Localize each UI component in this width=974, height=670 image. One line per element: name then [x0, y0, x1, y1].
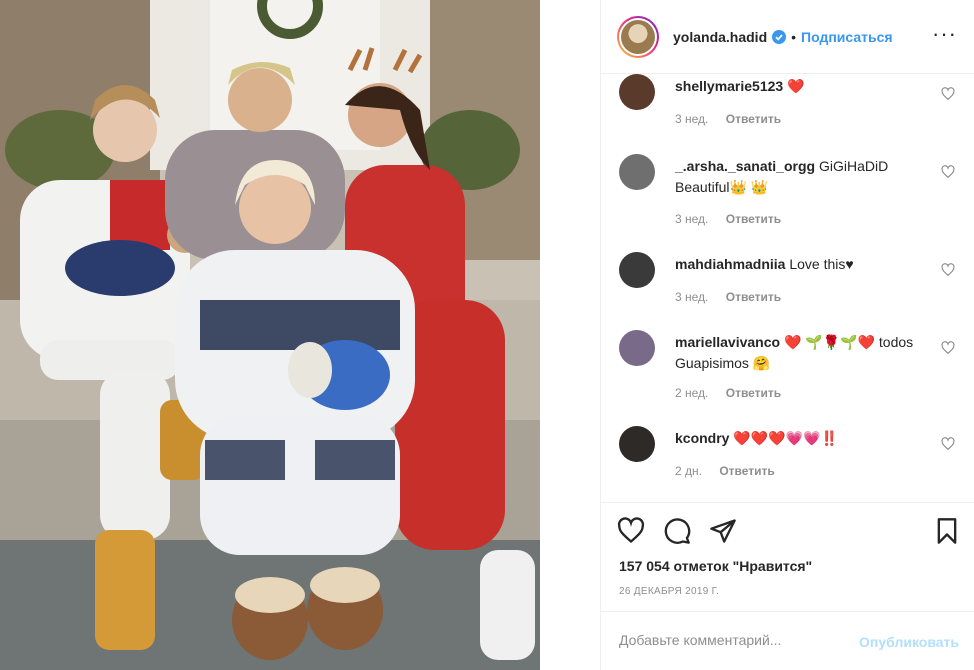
post-date[interactable]: 26 ДЕКАБРЯ 2019 Г. — [619, 586, 719, 597]
comment-time[interactable]: 3 нед. — [675, 112, 708, 126]
publish-button[interactable]: Опубликовать — [859, 634, 959, 650]
post-photo[interactable] — [0, 0, 540, 670]
comments-list[interactable]: shellymarie5123 ❤️ 3 нед. Ответить _.ars… — [601, 74, 974, 502]
post-sidebar: yolanda.hadid • Подписаться ··· shellyma… — [600, 0, 974, 670]
comment-meta: 3 нед. Ответить — [675, 212, 795, 226]
comment-input[interactable] — [619, 632, 839, 648]
add-comment-bar: Опубликовать — [601, 611, 974, 670]
comment-text: shellymarie5123 ❤️ — [675, 76, 925, 97]
comment-content: ❤️ — [787, 78, 805, 94]
comment-icon[interactable] — [663, 517, 691, 545]
comment-heart-icon[interactable] — [941, 87, 955, 101]
comment-content: ❤️❤️❤️💗💗‼️ — [733, 430, 838, 446]
comment-time[interactable]: 2 дн. — [675, 464, 702, 478]
post-header: yolanda.hadid • Подписаться ··· — [601, 0, 974, 74]
avatar-image — [621, 19, 655, 54]
comment-username[interactable]: kcondry — [675, 430, 729, 446]
commenter-avatar[interactable] — [619, 154, 655, 190]
follow-button[interactable]: Подписаться — [801, 29, 893, 45]
comment-meta: 3 нед. Ответить — [675, 290, 795, 304]
bookmark-icon[interactable] — [933, 517, 961, 545]
commenter-avatar[interactable] — [619, 74, 655, 110]
more-options-icon[interactable]: ··· — [932, 23, 957, 45]
comment-time[interactable]: 3 нед. — [675, 212, 708, 226]
comment-meta: 3 нед. Ответить — [675, 112, 795, 126]
comment-heart-icon[interactable] — [941, 437, 955, 451]
comment-username[interactable]: _.arsha._sanati_orgg — [675, 158, 815, 174]
comment-time[interactable]: 2 нед. — [675, 386, 708, 400]
photo-illustration — [0, 0, 540, 670]
comment-time[interactable]: 3 нед. — [675, 290, 708, 304]
comment-text: _.arsha._sanati_orgg GiGiHaDiD Beautiful… — [675, 156, 925, 198]
reply-button[interactable]: Ответить — [726, 386, 781, 400]
comment-content: Love this♥ — [789, 256, 854, 272]
comment-username[interactable]: mahdiahmadniia — [675, 256, 785, 272]
comment-username[interactable]: mariellavivanco — [675, 334, 780, 350]
post-actions: 157 054 отметок "Нравится" 26 ДЕКАБРЯ 20… — [601, 502, 974, 670]
commenter-avatar[interactable] — [619, 426, 655, 462]
commenter-avatar[interactable] — [619, 330, 655, 366]
comment-heart-icon[interactable] — [941, 263, 955, 277]
comment-meta: 2 нед. Ответить — [675, 386, 795, 400]
reply-button[interactable]: Ответить — [726, 290, 781, 304]
commenter-avatar[interactable] — [619, 252, 655, 288]
verified-badge-icon — [772, 29, 787, 44]
comment-text: kcondry ❤️❤️❤️💗💗‼️ — [675, 428, 925, 449]
comment-username[interactable]: shellymarie5123 — [675, 78, 783, 94]
author-username[interactable]: yolanda.hadid — [673, 29, 767, 45]
reply-button[interactable]: Ответить — [726, 112, 781, 126]
reply-button[interactable]: Ответить — [726, 212, 781, 226]
likes-count[interactable]: 157 054 отметок "Нравится" — [619, 558, 812, 574]
avatar-inner — [619, 17, 657, 56]
comment-heart-icon[interactable] — [941, 341, 955, 355]
header-separator: • — [791, 28, 797, 45]
heart-icon[interactable] — [617, 517, 645, 545]
comment-meta: 2 дн. Ответить — [675, 464, 789, 478]
author-avatar[interactable] — [617, 15, 659, 58]
share-icon[interactable] — [709, 517, 737, 545]
comment-heart-icon[interactable] — [941, 165, 955, 179]
comment-text: mahdiahmadniia Love this♥ — [675, 254, 925, 275]
comment-text: mariellavivanco ❤️ 🌱🌹🌱❤️ todos Guapisimo… — [675, 332, 925, 374]
reply-button[interactable]: Ответить — [719, 464, 774, 478]
